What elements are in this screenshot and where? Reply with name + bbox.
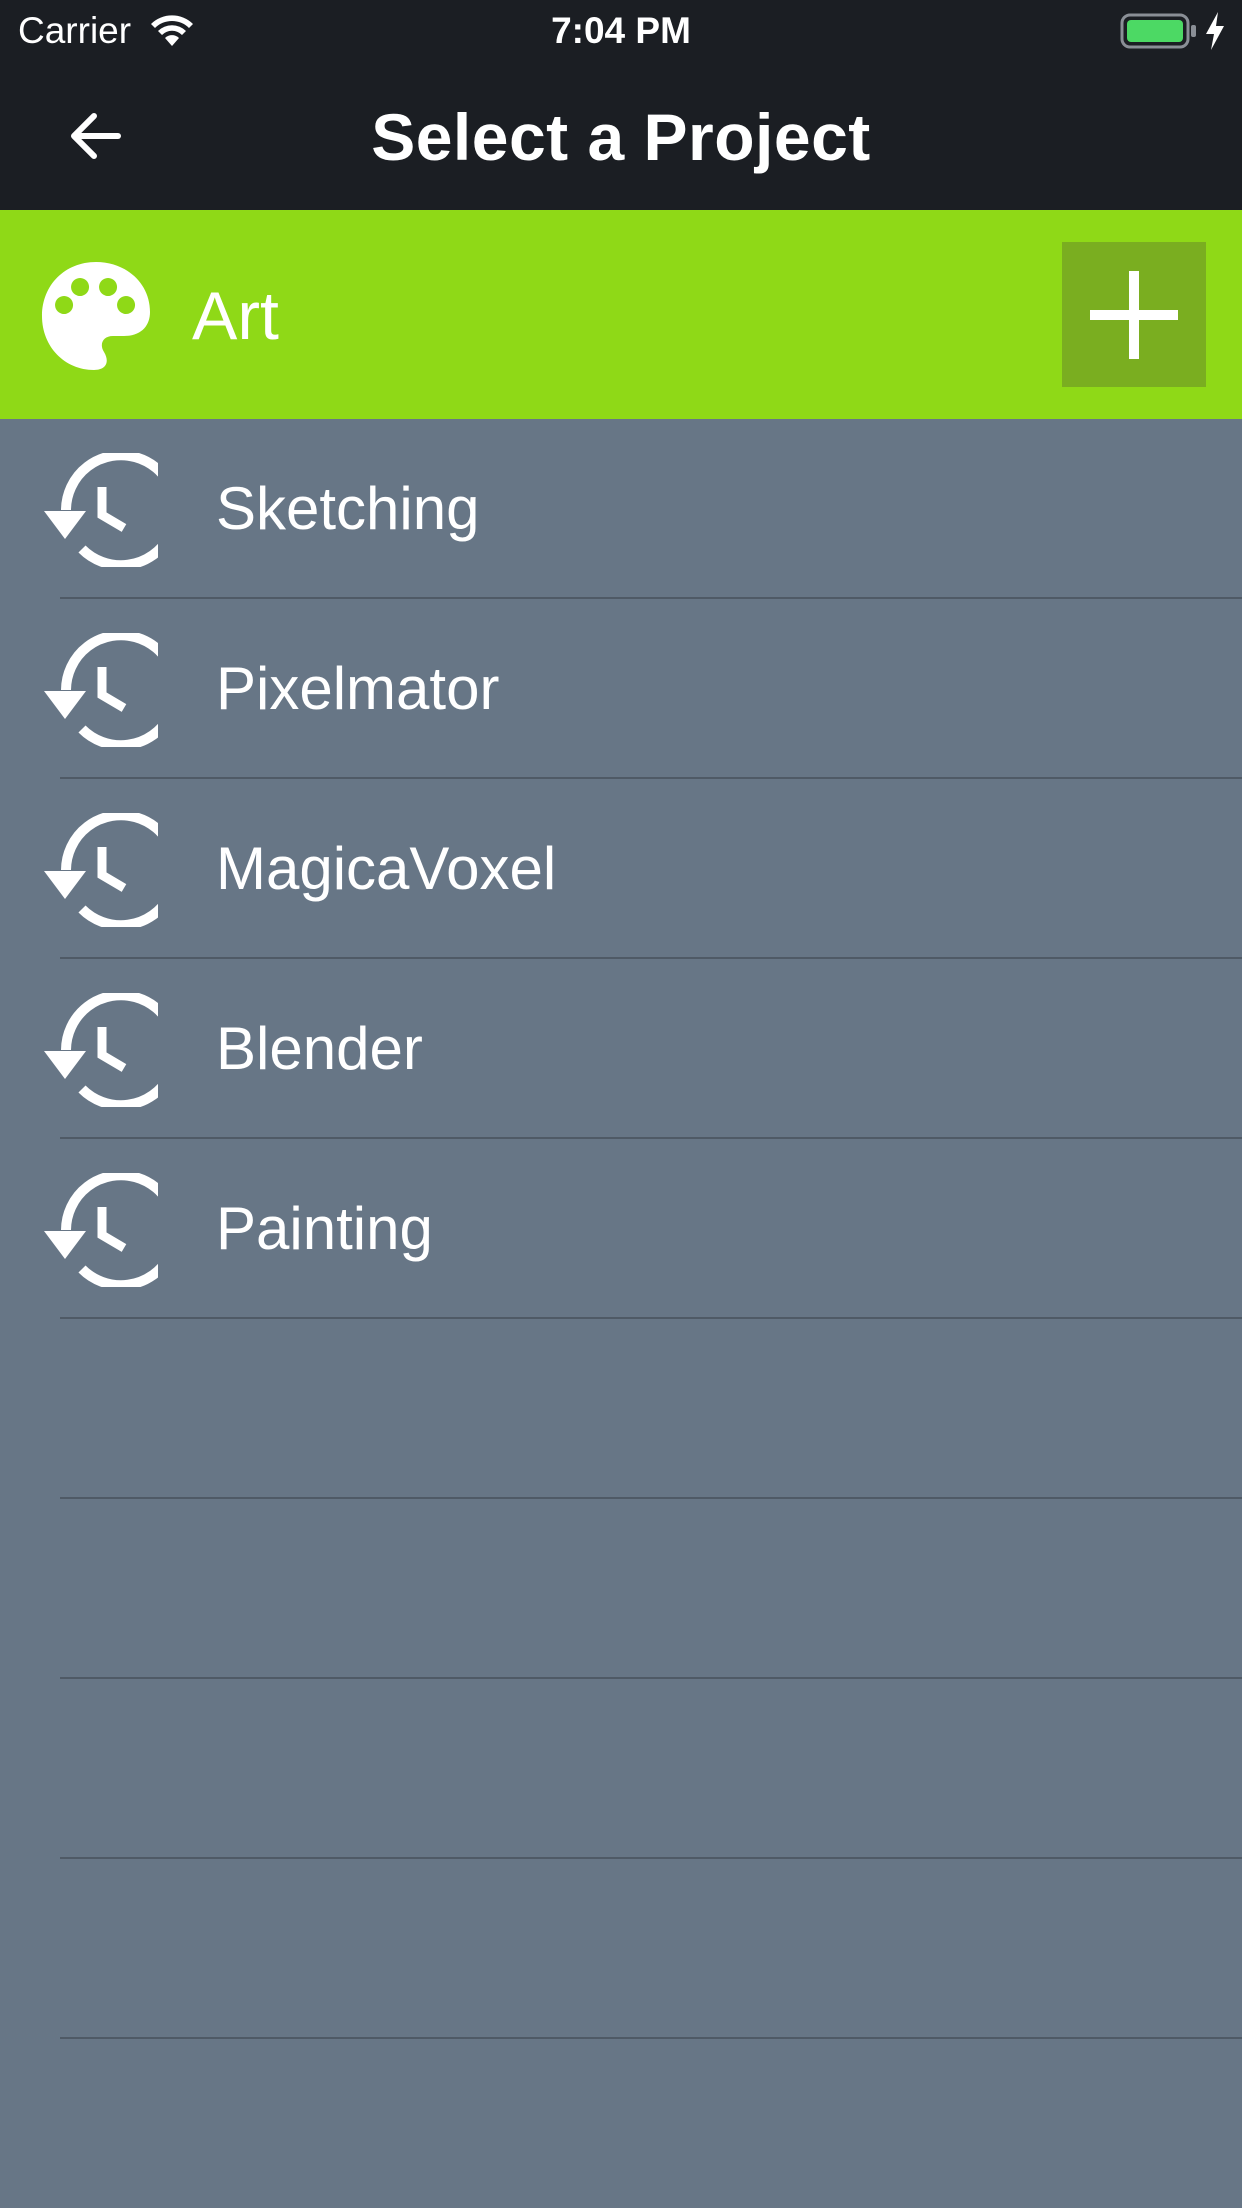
add-project-button[interactable] bbox=[1062, 242, 1206, 387]
plus-icon bbox=[1090, 271, 1178, 359]
history-icon bbox=[44, 633, 158, 747]
battery-icon bbox=[1120, 13, 1196, 49]
history-icon bbox=[44, 453, 158, 567]
empty-row bbox=[0, 1679, 1242, 1859]
project-name: Pixelmator bbox=[216, 655, 500, 722]
project-row-painting[interactable]: Painting bbox=[0, 1139, 1242, 1319]
empty-row bbox=[0, 1499, 1242, 1679]
empty-row bbox=[0, 1319, 1242, 1499]
project-row-pixelmator[interactable]: Pixelmator bbox=[0, 599, 1242, 779]
project-name: Blender bbox=[216, 1015, 423, 1082]
history-icon bbox=[44, 1173, 158, 1287]
status-bar: Carrier 7:04 PM bbox=[0, 0, 1242, 62]
navigation-bar: Select a Project bbox=[0, 62, 1242, 210]
project-row-sketching[interactable]: Sketching bbox=[0, 419, 1242, 599]
category-title: Art bbox=[192, 278, 279, 354]
project-row-magicavoxel[interactable]: MagicaVoxel bbox=[0, 779, 1242, 959]
project-row-blender[interactable]: Blender bbox=[0, 959, 1242, 1139]
status-time: 7:04 PM bbox=[551, 10, 691, 51]
project-name: Painting bbox=[216, 1195, 433, 1262]
empty-row bbox=[0, 1859, 1242, 2039]
charging-bolt-icon bbox=[1206, 12, 1224, 50]
project-name: Sketching bbox=[216, 475, 480, 542]
page-title: Select a Project bbox=[371, 100, 871, 174]
history-icon bbox=[44, 813, 158, 927]
history-icon bbox=[44, 993, 158, 1107]
project-name: MagicaVoxel bbox=[216, 835, 557, 902]
palette-icon bbox=[42, 262, 150, 370]
project-list: Sketching Pixelmator MagicaVoxel Blender bbox=[0, 419, 1242, 2208]
category-header: Art bbox=[0, 210, 1242, 419]
